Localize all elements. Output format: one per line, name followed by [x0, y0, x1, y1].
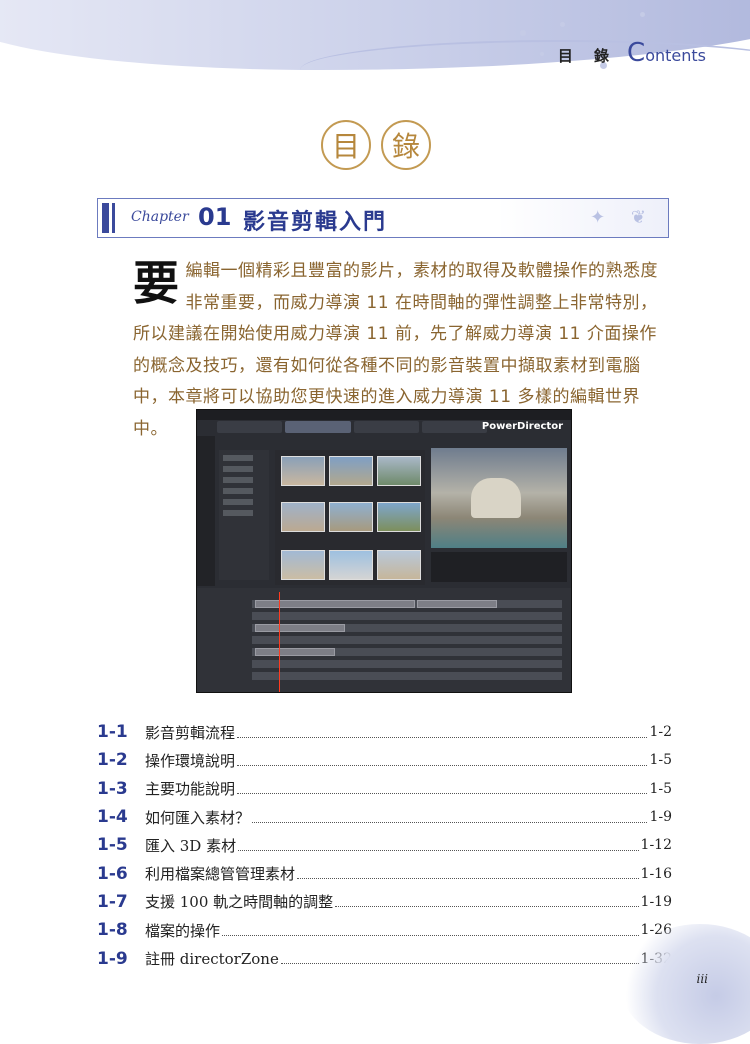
toc-title: 利用檔案總管管理素材: [145, 863, 298, 885]
chapter-mark-thin: [112, 203, 115, 233]
toc-title: 如何匯入素材？: [145, 806, 253, 828]
toc-leader: [238, 849, 639, 851]
intro-dropcap: 要: [133, 256, 180, 310]
toc-page: 1-19: [640, 893, 672, 910]
chapter-mark: [102, 203, 109, 233]
media-thumb: [377, 550, 421, 580]
media-thumb: [281, 502, 325, 532]
toc-title: 檔案的操作: [145, 919, 223, 941]
toc-leader: [237, 736, 648, 738]
toc-title: 主要功能說明: [145, 778, 238, 800]
screenshot-tab: [421, 421, 487, 433]
toc-leader: [237, 764, 648, 766]
screenshot-tab-active: [285, 421, 351, 433]
toc-title: 影音剪輯流程: [145, 721, 238, 743]
toc-number: 1-2: [97, 750, 128, 771]
chapter-heading: Chapter 01 影音剪輯入門 ✦ ❦: [97, 198, 669, 238]
chapter-title: 影音剪輯入門: [243, 210, 388, 235]
toc-leader: [252, 821, 648, 823]
screenshot-playback-controls: [431, 552, 567, 582]
media-thumb: [377, 502, 421, 532]
timeline-track: [252, 660, 562, 668]
toc-page: 1-2: [649, 724, 672, 741]
toc-title: 操作環境說明: [145, 749, 238, 771]
screenshot-timeline: [197, 588, 571, 692]
media-thumb: [377, 456, 421, 486]
toc-entry[interactable]: 1-4 如何匯入素材？ 1-9: [97, 803, 672, 831]
toc-leader: [222, 934, 639, 936]
toc-title: 匯入 3D 素材: [145, 834, 239, 856]
header-title-en-rest: ontents: [645, 46, 706, 65]
media-thumb: [281, 456, 325, 486]
toc-number: 1-1: [97, 722, 128, 743]
header-title-en-cap: C: [627, 38, 646, 68]
toc-leader: [335, 906, 639, 908]
toc-entry[interactable]: 1-3 主要功能說明 1-5: [97, 775, 672, 803]
screenshot-tab: [217, 421, 283, 433]
toc-entry[interactable]: 1-5 匯入 3D 素材 1-12: [97, 831, 672, 859]
timeline-playhead: [279, 592, 280, 692]
screenshot-menubar: [197, 410, 571, 420]
toc-number: 1-3: [97, 778, 128, 799]
toc-entry[interactable]: 1-1 影音剪輯流程 1-2: [97, 718, 672, 746]
toc-title: 支援 100 軌之時間軸的調整: [145, 891, 336, 913]
screenshot-preview: [431, 448, 567, 548]
timeline-clip: [255, 648, 335, 656]
media-thumb: [329, 456, 373, 486]
toc-number: 1-5: [97, 835, 128, 856]
toc-page: 1-5: [649, 780, 672, 797]
toc-page: 1-9: [649, 809, 672, 826]
toc-entry[interactable]: 1-7 支援 100 軌之時間軸的調整 1-19: [97, 888, 672, 916]
toc-entry[interactable]: 1-9 註冊 directorZone 1-32: [97, 944, 672, 972]
toc-number: 1-8: [97, 920, 128, 941]
toc-page: 1-16: [640, 865, 672, 882]
toc-number: 1-9: [97, 948, 128, 969]
toc-page: 1-5: [649, 752, 672, 769]
toc-leader: [297, 878, 639, 880]
decor-dot: [520, 30, 526, 36]
screenshot-brand: PowerDirector: [481, 421, 563, 432]
page-title-char-1: 目: [321, 120, 371, 170]
timeline-track: [252, 612, 562, 620]
toc-number: 1-4: [97, 807, 128, 828]
screenshot-media-library: [275, 450, 425, 585]
page-title-char-2: 錄: [381, 120, 431, 170]
page-number: iii: [696, 972, 708, 986]
decor-dot: [560, 22, 565, 27]
chapter-number: 01: [198, 203, 232, 231]
toc-list: 1-1 影音剪輯流程 1-2 1-2 操作環境說明 1-5 1-3 主要功能說明…: [97, 718, 672, 973]
page-title: 目 錄: [321, 120, 431, 170]
toc-leader: [280, 963, 639, 965]
screenshot-toolbar: [197, 436, 215, 586]
toc-page: 1-12: [640, 837, 672, 854]
screenshot-tabs: [217, 421, 487, 433]
chapter-label: Chapter: [131, 209, 189, 225]
timeline-track: [252, 672, 562, 680]
app-screenshot: PowerDirector: [196, 409, 572, 693]
decor-dot: [640, 12, 645, 17]
toc-entry[interactable]: 1-8 檔案的操作 1-26: [97, 916, 672, 944]
toc-number: 1-7: [97, 891, 128, 912]
media-thumb: [329, 502, 373, 532]
toc-entry[interactable]: 1-2 操作環境說明 1-5: [97, 746, 672, 774]
toc-number: 1-6: [97, 863, 128, 884]
toc-leader: [237, 793, 648, 795]
screenshot-folder-tree: [219, 450, 269, 580]
toc-title: 註冊 directorZone: [145, 948, 281, 970]
header-title-en: Contents: [627, 38, 706, 68]
timeline-clip: [417, 600, 497, 608]
timeline-clip: [255, 624, 345, 632]
header-title: 目 錄 Contents: [558, 38, 706, 68]
media-thumb: [281, 550, 325, 580]
screenshot-tab: [353, 421, 419, 433]
butterfly-icon: ✦ ❦: [590, 207, 656, 228]
media-thumb: [329, 550, 373, 580]
header-title-zh: 目 錄: [557, 47, 618, 65]
decor-dot: [540, 52, 544, 56]
toc-entry[interactable]: 1-6 利用檔案總管管理素材 1-16: [97, 859, 672, 887]
timeline-track: [252, 636, 562, 644]
